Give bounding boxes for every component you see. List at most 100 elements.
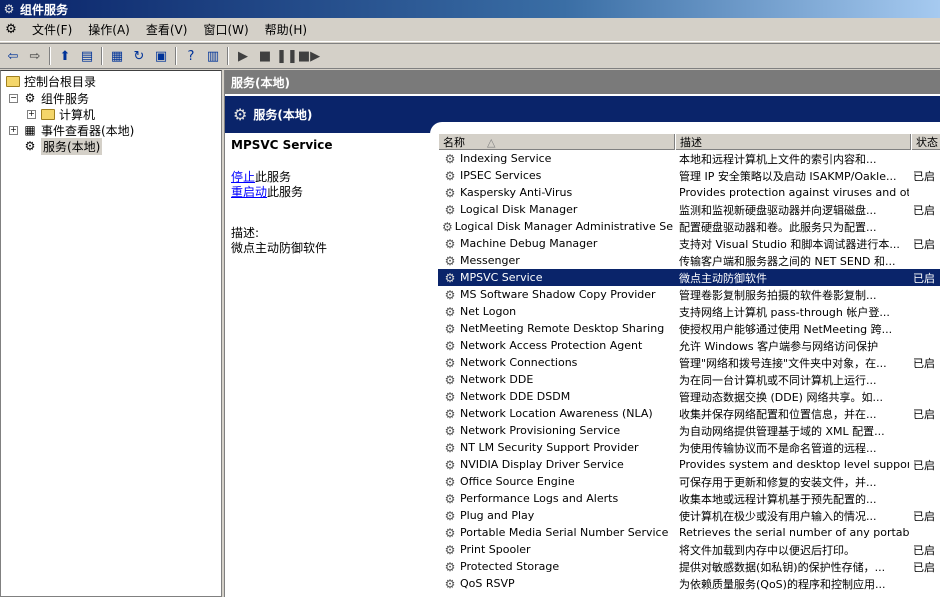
service-gear-icon: ⚙ <box>444 389 456 404</box>
cell-description: 可保存用于更新和修复的安装文件，并... <box>679 475 877 489</box>
table-row[interactable]: ⚙ NetMeeting Remote Desktop Sharing 使授权用户能… <box>438 320 940 337</box>
column-header-description[interactable]: 描述 <box>675 134 911 150</box>
component-services-icon: ⚙ <box>3 2 15 16</box>
cell-name: ⚙ Messenger <box>438 254 674 268</box>
restart-service-line: 重启动此服务 <box>231 185 304 199</box>
table-row[interactable]: ⚙ Logical Disk Manager 监测和监视新硬盘驱动器并向逻辑磁盘..… <box>438 201 940 218</box>
table-row[interactable]: ⚙ Network DDE DSDM 管理动态数据交换 (DDE) 网络共享。如..… <box>438 388 940 405</box>
service-gear-icon: ⚙ <box>444 559 456 574</box>
cell-name: ⚙ Plug and Play <box>438 509 674 523</box>
cell-name: ⚙ Network DDE DSDM <box>438 390 674 404</box>
table-row[interactable]: ⚙ MS Software Shadow Copy Provider 管理卷影复制服… <box>438 286 940 303</box>
tree-item-component-services[interactable]: − ⚙ 组件服务 <box>9 90 89 106</box>
cell-description: Provides protection against viruses and … <box>679 186 909 199</box>
service-gear-icon: ⚙ <box>444 236 456 251</box>
cell-description: 为在同一台计算机或不同计算机上运行... <box>679 373 877 387</box>
menu-help[interactable]: 帮助(H) <box>257 19 315 40</box>
export-list-icon[interactable]: ▣ <box>150 45 172 67</box>
service-name: MPSVC Service <box>231 138 333 152</box>
restart-service-icon[interactable]: ■▶ <box>298 45 320 67</box>
properties-icon[interactable]: ▦ <box>106 45 128 67</box>
cell-name: ⚙ Print Spooler <box>438 543 674 557</box>
expand-icon[interactable]: + <box>9 125 18 135</box>
tree-item-event-viewer[interactable]: + ▦ 事件查看器(本地) <box>9 122 134 138</box>
sort-ascending-icon: △ <box>487 135 496 149</box>
folder-icon <box>40 107 56 121</box>
column-header-name[interactable]: 名称 △ <box>438 134 675 150</box>
refresh-icon[interactable]: ↻ <box>128 45 150 67</box>
service-gear-icon: ⚙ <box>444 185 456 200</box>
stop-service-icon[interactable]: ■ <box>254 45 276 67</box>
tree-item-services-local[interactable]: ⚙ 服务(本地) <box>22 137 103 155</box>
banner-title: 服务(本地) <box>253 108 313 122</box>
tree-item-computers[interactable]: + 计算机 <box>27 106 95 122</box>
back-arrow-icon[interactable]: ⇦ <box>2 45 24 67</box>
table-row[interactable]: ⚙ Machine Debug Manager 支持对 Visual Studio … <box>438 235 940 252</box>
cell-description: 支持对 Visual Studio 和脚本调试器进行本... <box>679 237 900 251</box>
column-header-status[interactable]: 状态 <box>911 134 940 150</box>
cell-name: ⚙ Network Location Awareness (NLA) <box>438 407 674 421</box>
menu-window[interactable]: 窗口(W) <box>195 19 256 40</box>
menu-view[interactable]: 查看(V) <box>138 19 196 40</box>
restart-service-link[interactable]: 重启动 <box>231 185 267 199</box>
help-icon[interactable]: ? <box>180 45 202 67</box>
expand-icon[interactable]: + <box>27 109 36 119</box>
table-row[interactable]: ⚙ MPSVC Service 微点主动防御软件 已启 <box>438 269 940 286</box>
table-row[interactable]: ⚙ Net Logon 支持网络上计算机 pass-through 帐户登... <box>438 303 940 320</box>
toolbar-separator <box>175 47 177 65</box>
tree-item-console-root[interactable]: 控制台根目录 <box>5 73 96 89</box>
table-row[interactable]: ⚙ Protected Storage 提供对敏感数据(如私钥)的保护性存储，...… <box>438 558 940 575</box>
service-gear-icon: ⚙ <box>444 406 456 421</box>
forward-arrow-icon[interactable]: ⇨ <box>24 45 46 67</box>
table-row[interactable]: ⚙ NVIDIA Display Driver Service Provides s… <box>438 456 940 473</box>
tree-item-label: 控制台根目录 <box>24 74 97 89</box>
table-row[interactable]: ⚙ Kaspersky Anti-Virus Provides protection… <box>438 184 940 201</box>
service-gear-icon: ⚙ <box>444 525 456 540</box>
table-row[interactable]: ⚙ Messenger 传输客户端和服务器之间的 NET SEND 和... <box>438 252 940 269</box>
service-gear-icon: ⚙ <box>444 287 456 302</box>
table-row[interactable]: ⚙ IPSEC Services 管理 IP 安全策略以及启动 ISAKMP/Oak… <box>438 167 940 184</box>
pause-service-icon[interactable]: ❚❚ <box>276 45 298 67</box>
cell-status: 已启 <box>913 543 935 557</box>
table-row[interactable]: ⚙ Network Provisioning Service 为自动网络提供管理基于… <box>438 422 940 439</box>
table-row[interactable]: ⚙ Performance Logs and Alerts 收集本地或远程计算机基于… <box>438 490 940 507</box>
table-row[interactable]: ⚙ Indexing Service 本地和远程计算机上文件的索引内容和... <box>438 150 940 167</box>
system-menu-icon[interactable]: ⚙ <box>2 21 20 39</box>
table-row[interactable]: ⚙ NT LM Security Support Provider 为使用传输协议而… <box>438 439 940 456</box>
table-row[interactable]: ⚙ Network Access Protection Agent 允许 Windo… <box>438 337 940 354</box>
stop-service-link[interactable]: 停止 <box>231 170 255 184</box>
cell-description: 收集本地或远程计算机基于预先配置的... <box>679 492 877 506</box>
start-service-icon[interactable]: ▶ <box>232 45 254 67</box>
table-row[interactable]: ⚙ QoS RSVP 为依赖质量服务(QoS)的程序和控制应用... <box>438 575 940 592</box>
table-row[interactable]: ⚙ Network Connections 管理"网络和拨号连接"文件夹中对象，在.… <box>438 354 940 371</box>
toolbar-separator <box>49 47 51 65</box>
menu-bar: ⚙ 文件(F) 操作(A) 查看(V) 窗口(W) 帮助(H) <box>0 18 940 42</box>
table-row[interactable]: ⚙ Print Spooler 将文件加载到内存中以便迟后打印。 已启 <box>438 541 940 558</box>
table-row[interactable]: ⚙ Plug and Play 使计算机在极少或没有用户输入的情况... 已启 <box>438 507 940 524</box>
service-gear-icon: ⚙ <box>444 457 456 472</box>
cell-description: 配置硬盘驱动器和卷。此服务只为配置... <box>679 220 877 234</box>
cell-description: Retrieves the serial number of any porta… <box>679 526 909 539</box>
description-text: 微点主动防御软件 <box>231 241 328 255</box>
toolbar-separator <box>227 47 229 65</box>
table-row[interactable]: ⚙Logical Disk Manager Administrative Ser… <box>438 218 940 235</box>
table-row[interactable]: ⚙ Network Location Awareness (NLA) 收集并保存网络… <box>438 405 940 422</box>
cell-name: ⚙ IPSEC Services <box>438 169 674 183</box>
cell-name: ⚙ Net Logon <box>438 305 674 319</box>
up-folder-icon[interactable]: ⬆ <box>54 45 76 67</box>
table-row[interactable]: ⚙ Office Source Engine 可保存用于更新和修复的安装文件，并..… <box>438 473 940 490</box>
cell-name: ⚙ Office Source Engine <box>438 475 674 489</box>
table-row[interactable]: ⚙ Portable Media Serial Number Service Ret… <box>438 524 940 541</box>
service-gear-icon: ⚙ <box>444 474 456 489</box>
menu-file[interactable]: 文件(F) <box>24 19 80 40</box>
service-gear-icon: ⚙ <box>444 423 456 438</box>
collapse-icon[interactable]: − <box>9 93 18 103</box>
show-tree-icon[interactable]: ▤ <box>76 45 98 67</box>
tree-item-label: 组件服务 <box>41 91 90 106</box>
menu-action[interactable]: 操作(A) <box>80 19 138 40</box>
table-row[interactable]: ⚙ Network DDE 为在同一台计算机或不同计算机上运行... <box>438 371 940 388</box>
service-gear-icon: ⚙ <box>444 355 456 370</box>
cell-name: ⚙ NVIDIA Display Driver Service <box>438 458 674 472</box>
service-gear-icon: ⚙ <box>444 372 456 387</box>
console-icon[interactable]: ▥ <box>202 45 224 67</box>
